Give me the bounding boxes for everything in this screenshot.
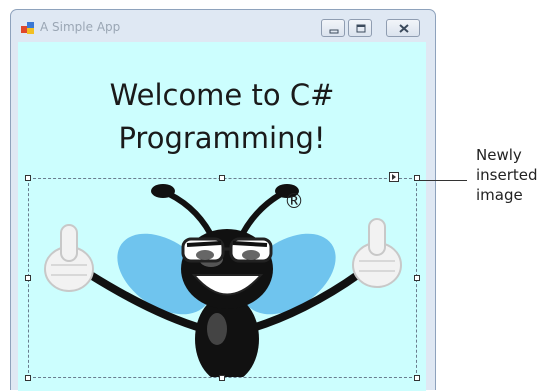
form-client-area: Welcome to C# Programming! ® <box>18 42 426 391</box>
welcome-label-line2: Programming! <box>118 121 326 155</box>
resize-handle-top-left[interactable] <box>25 175 31 181</box>
minimize-icon <box>329 29 339 34</box>
resize-handle-top-center[interactable] <box>219 175 225 181</box>
window-title: A Simple App <box>40 20 121 34</box>
maximize-icon <box>356 24 366 33</box>
resize-handle-bottom-left[interactable] <box>25 375 31 381</box>
close-icon <box>399 24 409 33</box>
smart-tag-button[interactable] <box>389 172 399 182</box>
app-icon <box>21 22 34 34</box>
bug-mascot-image <box>44 184 402 377</box>
app-window: A Simple App Welcome to C# Programming! <box>10 9 436 391</box>
callout-line2: inserted <box>476 166 538 184</box>
welcome-label[interactable]: Welcome to C# Programming! <box>18 74 426 160</box>
registered-mark: ® <box>284 189 304 213</box>
callout-annotation: Newly inserted image <box>476 145 538 205</box>
resize-handle-middle-left[interactable] <box>25 275 31 281</box>
resize-handle-bottom-right[interactable] <box>414 375 420 381</box>
resize-handle-bottom-center[interactable] <box>219 375 225 381</box>
minimize-button[interactable] <box>321 19 345 37</box>
title-bar[interactable]: A Simple App <box>11 10 435 42</box>
callout-line <box>417 180 467 181</box>
close-button[interactable] <box>386 19 420 37</box>
welcome-label-line1: Welcome to C# <box>109 78 335 112</box>
thumbs-up-left <box>44 224 94 292</box>
resize-handle-middle-right[interactable] <box>414 275 420 281</box>
smart-tag-arrow-icon <box>392 174 396 180</box>
thumbs-up-right <box>352 218 402 288</box>
maximize-button[interactable] <box>348 19 372 37</box>
callout-line1: Newly <box>476 146 522 164</box>
picture-box[interactable]: ® <box>28 178 417 378</box>
callout-line3: image <box>476 186 523 204</box>
